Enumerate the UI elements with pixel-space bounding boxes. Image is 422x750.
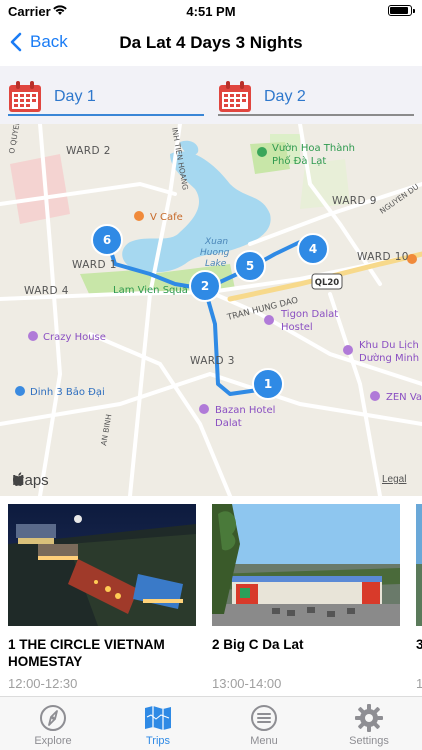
svg-text:6: 6: [103, 233, 111, 247]
calendar-icon: [219, 81, 251, 112]
tab-menu[interactable]: Menu: [229, 703, 299, 747]
map-label-vcafe: V Cafe: [150, 212, 183, 223]
card-title: 3: [416, 637, 422, 652]
tab-explore[interactable]: Explore: [18, 703, 88, 747]
map-label-lamvien: Lam Vien Squa: [113, 285, 188, 296]
card-time: 1: [416, 676, 422, 691]
map-label-khu1: Khu Du Lịch: [359, 340, 419, 351]
svg-text:4: 4: [309, 242, 317, 256]
tab-day-1[interactable]: Day 1: [8, 80, 204, 116]
tab-settings[interactable]: Settings: [334, 703, 404, 747]
tab-day-1-label: Day 1: [54, 88, 96, 105]
map-pin-6[interactable]: 6: [91, 224, 123, 256]
navigation-bar: Back Da Lat 4 Days 3 Nights: [0, 22, 422, 66]
map-label-ward2: WARD 2: [66, 145, 111, 157]
map-label-tigon1: Tigon Dalat: [280, 309, 338, 320]
tab-trips[interactable]: Trips: [123, 703, 193, 747]
map-label-ward9: WARD 9: [332, 195, 377, 207]
card-time: 13:00-14:00: [212, 676, 282, 691]
map-pin-4[interactable]: 4: [297, 233, 329, 265]
apple-logo-icon: [13, 472, 24, 486]
itinerary-cards: 1 THE CIRCLE VIETNAM HOMESTAY 12:00-12:3…: [0, 496, 422, 696]
map-icon: [145, 706, 171, 730]
map-pin-2[interactable]: 2: [189, 270, 221, 302]
svg-text:1: 1: [264, 377, 272, 391]
page-title: Da Lat 4 Days 3 Nights: [119, 33, 303, 52]
battery-icon: [388, 5, 415, 16]
compass-icon: [40, 705, 66, 731]
map-pin-5[interactable]: 5: [234, 250, 266, 282]
map-label-huong: Huong: [200, 248, 230, 258]
tab-settings-label: Settings: [349, 735, 389, 747]
svg-text:5: 5: [246, 259, 254, 273]
map-label-xuan: Xuan: [204, 237, 228, 247]
map-canvas: WARD 2 WARD 1 WARD 4 WARD 3 WARD 9 WARD …: [0, 124, 422, 496]
calendar-icon: [9, 81, 41, 112]
tab-menu-label: Menu: [250, 735, 278, 747]
status-bar: Carrier 4:51 PM: [0, 0, 422, 22]
card-title: 2 Big C Da Lat: [212, 637, 304, 652]
map-label-vuon1: Vườn Hoa Thành: [272, 142, 355, 154]
map-label-bazan2: Dalat: [215, 418, 242, 429]
map-label-khu2: Dường Minh: [359, 352, 419, 364]
map-label-dinh: Dinh 3 Bảo Đại: [30, 386, 105, 398]
map-label-ql20: QL20: [315, 278, 340, 288]
clock: 4:51 PM: [186, 4, 236, 19]
tab-day-2[interactable]: Day 2: [218, 80, 414, 116]
map-label-vuon2: Phố Đà Lạt: [272, 155, 326, 167]
card-time: 12:00-12:30: [8, 676, 78, 691]
map-label-ward4: WARD 4: [24, 285, 69, 297]
itinerary-card-3[interactable]: 3 1: [416, 504, 422, 691]
map-label-zen: ZEN Va: [386, 392, 422, 403]
menu-icon: [251, 705, 277, 731]
map-label-tigon2: Hostel: [281, 322, 313, 333]
map-label-ward3: WARD 3: [190, 355, 235, 367]
itinerary-card-1[interactable]: 1 THE CIRCLE VIETNAM HOMESTAY 12:00-12:3…: [8, 504, 196, 691]
day-tabs: Day 1 Day 2: [0, 66, 422, 124]
map-label-lake: Lake: [205, 259, 227, 269]
map-label-crazy: Crazy House: [43, 332, 106, 343]
legal-link[interactable]: Legal: [382, 474, 406, 485]
route-map[interactable]: WARD 2 WARD 1 WARD 4 WARD 3 WARD 9 WARD …: [0, 124, 422, 496]
tab-explore-label: Explore: [34, 735, 72, 747]
card-title: 1 THE CIRCLE VIETNAM HOMESTAY: [8, 637, 165, 669]
map-label-ward1: WARD 1: [72, 259, 117, 271]
maps-logo: Maps: [12, 472, 49, 489]
svg-text:2: 2: [201, 279, 209, 293]
map-pin-1[interactable]: 1: [252, 368, 284, 400]
tab-day-2-label: Day 2: [264, 88, 306, 105]
tab-bar: Explore Trips Menu Settings: [0, 696, 422, 750]
map-label-ward10: WARD 10: [357, 251, 409, 263]
tab-trips-label: Trips: [145, 735, 171, 747]
card-photo-homestay: [8, 504, 196, 626]
map-label-bazan1: Bazan Hotel: [215, 405, 275, 416]
card-photo-bigc: [212, 504, 400, 626]
gear-icon: [355, 704, 383, 732]
card-photo-3: [416, 504, 422, 626]
itinerary-card-2[interactable]: 2 Big C Da Lat 13:00-14:00: [212, 504, 400, 691]
